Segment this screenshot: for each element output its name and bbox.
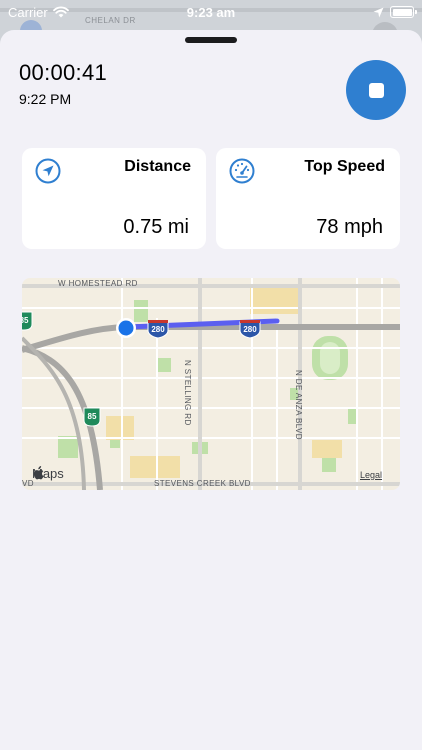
map-commercial-area <box>130 456 180 478</box>
map-park-track-inner <box>320 342 340 374</box>
street-label-de-anza: N DE ANZA BLVD <box>294 370 303 440</box>
maps-attribution: Maps <box>32 466 64 481</box>
map-shield-280-band <box>240 320 260 323</box>
street-label-stevens-creek: STEVENS CREEK BLVD <box>154 479 251 488</box>
status-left: Carrier <box>8 5 69 20</box>
wifi-icon <box>52 6 69 18</box>
elapsed-time: 00:00:41 <box>19 60 108 85</box>
stop-button[interactable] <box>346 60 406 120</box>
status-right <box>373 6 417 18</box>
map-park <box>134 300 148 322</box>
street-label-stelling: N STELLING RD <box>183 360 192 426</box>
distance-title: Distance <box>124 158 191 175</box>
map-park <box>322 458 336 472</box>
legal-link[interactable]: Legal <box>360 470 382 480</box>
map-shield-280-band <box>148 320 168 323</box>
distance-card: Distance 0.75 mi <box>22 148 206 249</box>
top-speed-title: Top Speed <box>304 158 385 175</box>
shield-85-label: 85 <box>87 412 97 421</box>
apple-logo-icon <box>33 466 44 480</box>
location-arrow-icon <box>373 7 384 17</box>
sheet-grabber[interactable] <box>185 37 237 43</box>
map-commercial-area <box>250 284 298 314</box>
map-commercial-area <box>312 440 342 458</box>
shield-280-label: 280 <box>151 325 165 334</box>
battery-icon <box>390 6 417 18</box>
map-park <box>157 358 171 372</box>
route-map-graphic <box>22 278 400 490</box>
stop-icon <box>368 82 384 98</box>
top-speed-card: Top Speed 78 mph <box>216 148 400 249</box>
map-commercial-area <box>106 416 134 440</box>
map-street-grid <box>22 278 400 490</box>
workout-sheet: 00:00:41 9:22 PM Distance 0.75 mi Top Sp… <box>0 30 422 750</box>
map-park <box>58 436 78 458</box>
location-arrow-icon <box>35 158 61 184</box>
street-label-homestead: W HOMESTEAD RD <box>58 279 138 288</box>
start-time: 9:22 PM <box>19 91 72 107</box>
speedometer-icon <box>229 158 255 184</box>
shield-280-label: 280 <box>243 325 257 334</box>
carrier-label: Carrier <box>8 4 48 20</box>
shield-85-label: 85 <box>22 316 29 325</box>
route-map[interactable]: 280 280 85 85 W HOMESTEAD RD STEVENS CRE… <box>22 278 400 490</box>
distance-value: 0.75 mi <box>123 216 189 238</box>
status-bar: Carrier 9:23 am <box>0 0 422 24</box>
map-location-dot <box>118 320 134 336</box>
top-speed-value: 78 mph <box>316 216 383 238</box>
